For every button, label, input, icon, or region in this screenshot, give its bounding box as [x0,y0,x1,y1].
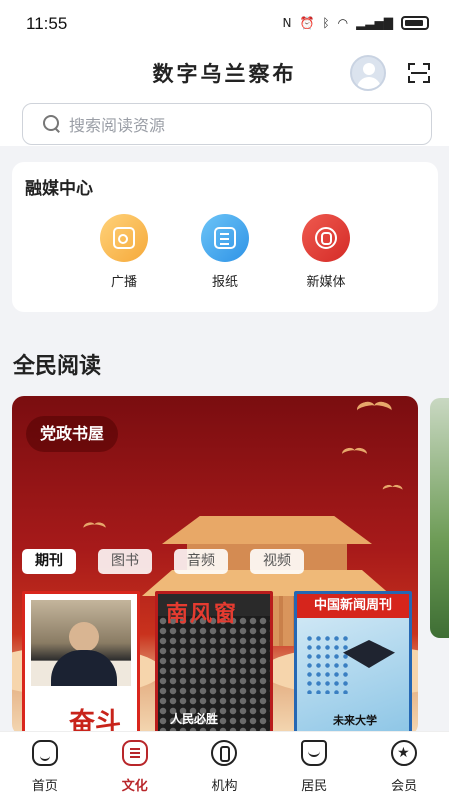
magazine-cover[interactable]: 中国新闻周刊 未来大学 [294,591,412,736]
alarm-icon: ⏰ [299,16,315,30]
media-item-radio[interactable]: 广播 [84,214,164,290]
bird-decoration [83,523,106,532]
bluetooth-icon: ᛒ [322,16,330,30]
radio-icon [100,214,148,262]
media-item-new-media[interactable]: 新媒体 [286,214,366,290]
next-banner-peek[interactable] [430,398,449,638]
scan-icon[interactable] [408,63,430,83]
banner-tag: 党政书屋 [26,416,119,452]
cover-headline: 未来大学 [333,714,377,727]
nav-label: 文化 [121,779,148,794]
nfc-icon: N [282,16,292,30]
party-bookstore-banner[interactable]: 党政书屋 期刊 图书 音频 视频 奋斗 南风窗 人民必胜 中国新闻周刊 未来大学 [12,396,418,736]
status-bar: 11:55 N ⏰ ᛒ ◠ ▂▃▅▇ [0,0,449,46]
magazine-cover[interactable]: 奋斗 [22,591,140,736]
wifi-icon: ◠ [337,16,349,30]
home-icon [31,740,58,766]
battery-icon [401,16,429,30]
media-center-title: 融媒中心 [25,179,93,199]
nav-item-institution[interactable]: 机构 [180,732,270,800]
media-item-newspaper[interactable]: 报纸 [185,214,265,290]
search-input[interactable]: 搜索阅读资源 [22,103,432,145]
search-icon [43,115,61,133]
new-media-icon [302,214,350,262]
resident-icon [301,740,328,766]
media-item-label: 广播 [110,275,137,290]
header: 数字乌兰察布 搜索阅读资源 [0,46,449,146]
member-icon [391,740,418,766]
status-indicators: N ⏰ ᛒ ◠ ▂▃▅▇ [282,15,429,31]
media-item-label: 新媒体 [306,275,346,290]
nav-label: 会员 [391,779,418,794]
nav-item-member[interactable]: 会员 [359,732,449,800]
cover-masthead: 南风窗 [166,601,239,627]
media-center-card: 融媒中心 广播 报纸 新媒体 [12,162,438,312]
culture-icon [121,740,148,766]
media-item-label: 报纸 [211,275,238,290]
institution-icon [211,740,238,766]
tab-audio[interactable]: 音频 [174,549,228,574]
tab-books[interactable]: 图书 [98,549,152,574]
nav-item-resident[interactable]: 居民 [269,732,359,800]
newspaper-icon [201,214,249,262]
bird-decoration [342,448,368,458]
nav-item-home[interactable]: 首页 [0,732,90,800]
reading-section-title: 全民阅读 [13,354,102,379]
avatar[interactable] [350,55,386,91]
nav-label: 机构 [211,779,238,794]
nav-label: 首页 [31,779,58,794]
bottom-nav: 首页 文化 机构 居民 会员 [0,731,449,800]
cover-masthead: 中国新闻周刊 [297,594,409,618]
magazine-cover[interactable]: 南风窗 人民必胜 [155,591,273,736]
tab-periodicals[interactable]: 期刊 [22,549,76,574]
status-time: 11:55 [26,14,68,33]
reading-tabs: 期刊 图书 音频 视频 [22,549,304,574]
tab-video[interactable]: 视频 [250,549,304,574]
search-placeholder: 搜索阅读资源 [69,116,166,135]
nav-label: 居民 [301,779,328,794]
signal-icon: ▂▃▅▇ [356,16,393,30]
bird-decoration [357,402,393,416]
magazine-list: 奋斗 南风窗 人民必胜 中国新闻周刊 未来大学 [22,591,412,736]
nav-item-culture[interactable]: 文化 [90,732,180,800]
cover-headline: 人民必胜 [170,712,219,726]
